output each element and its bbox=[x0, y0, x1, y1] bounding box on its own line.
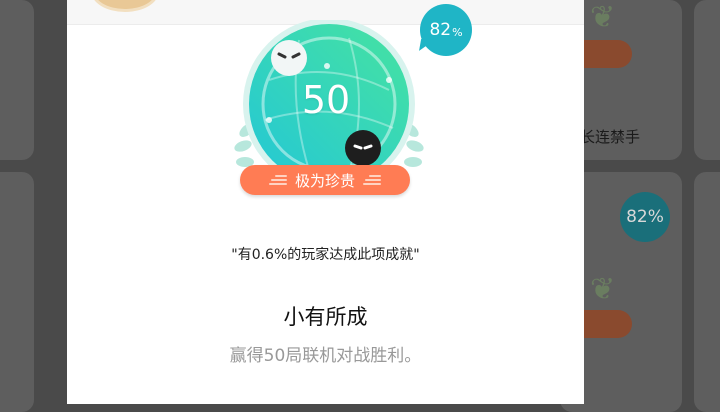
background-achievement-label: 长连禁手 bbox=[580, 128, 641, 146]
rarity-pill: 极为珍贵 bbox=[240, 165, 410, 195]
players-achieved-stat: "有0.6%的玩家达成此项成就" bbox=[231, 247, 420, 263]
achievement-description: 赢得50局联机对战胜利。 bbox=[229, 346, 422, 366]
badge-number: 50 bbox=[301, 78, 351, 122]
background-laurel-icon-2: ❦ bbox=[590, 272, 616, 307]
background-card-far-right-2 bbox=[694, 172, 720, 412]
background-card-left-2 bbox=[0, 172, 34, 412]
completion-percent-badge: 82% bbox=[420, 4, 472, 56]
rarity-lines-left-icon bbox=[268, 173, 287, 187]
rarity-label: 极为珍贵 bbox=[294, 171, 355, 190]
background-card-left bbox=[0, 0, 34, 160]
avatar bbox=[91, 0, 159, 12]
background-card-far-right bbox=[694, 0, 720, 160]
rarity-lines-right-icon bbox=[363, 173, 381, 187]
percent-unit: % bbox=[452, 25, 463, 39]
background-laurel-icon: ❦ bbox=[590, 0, 616, 35]
achievement-title: 小有所成 bbox=[283, 305, 368, 329]
percent-value: 82 bbox=[429, 20, 452, 40]
background-percent-bubble: 82% bbox=[620, 192, 670, 242]
